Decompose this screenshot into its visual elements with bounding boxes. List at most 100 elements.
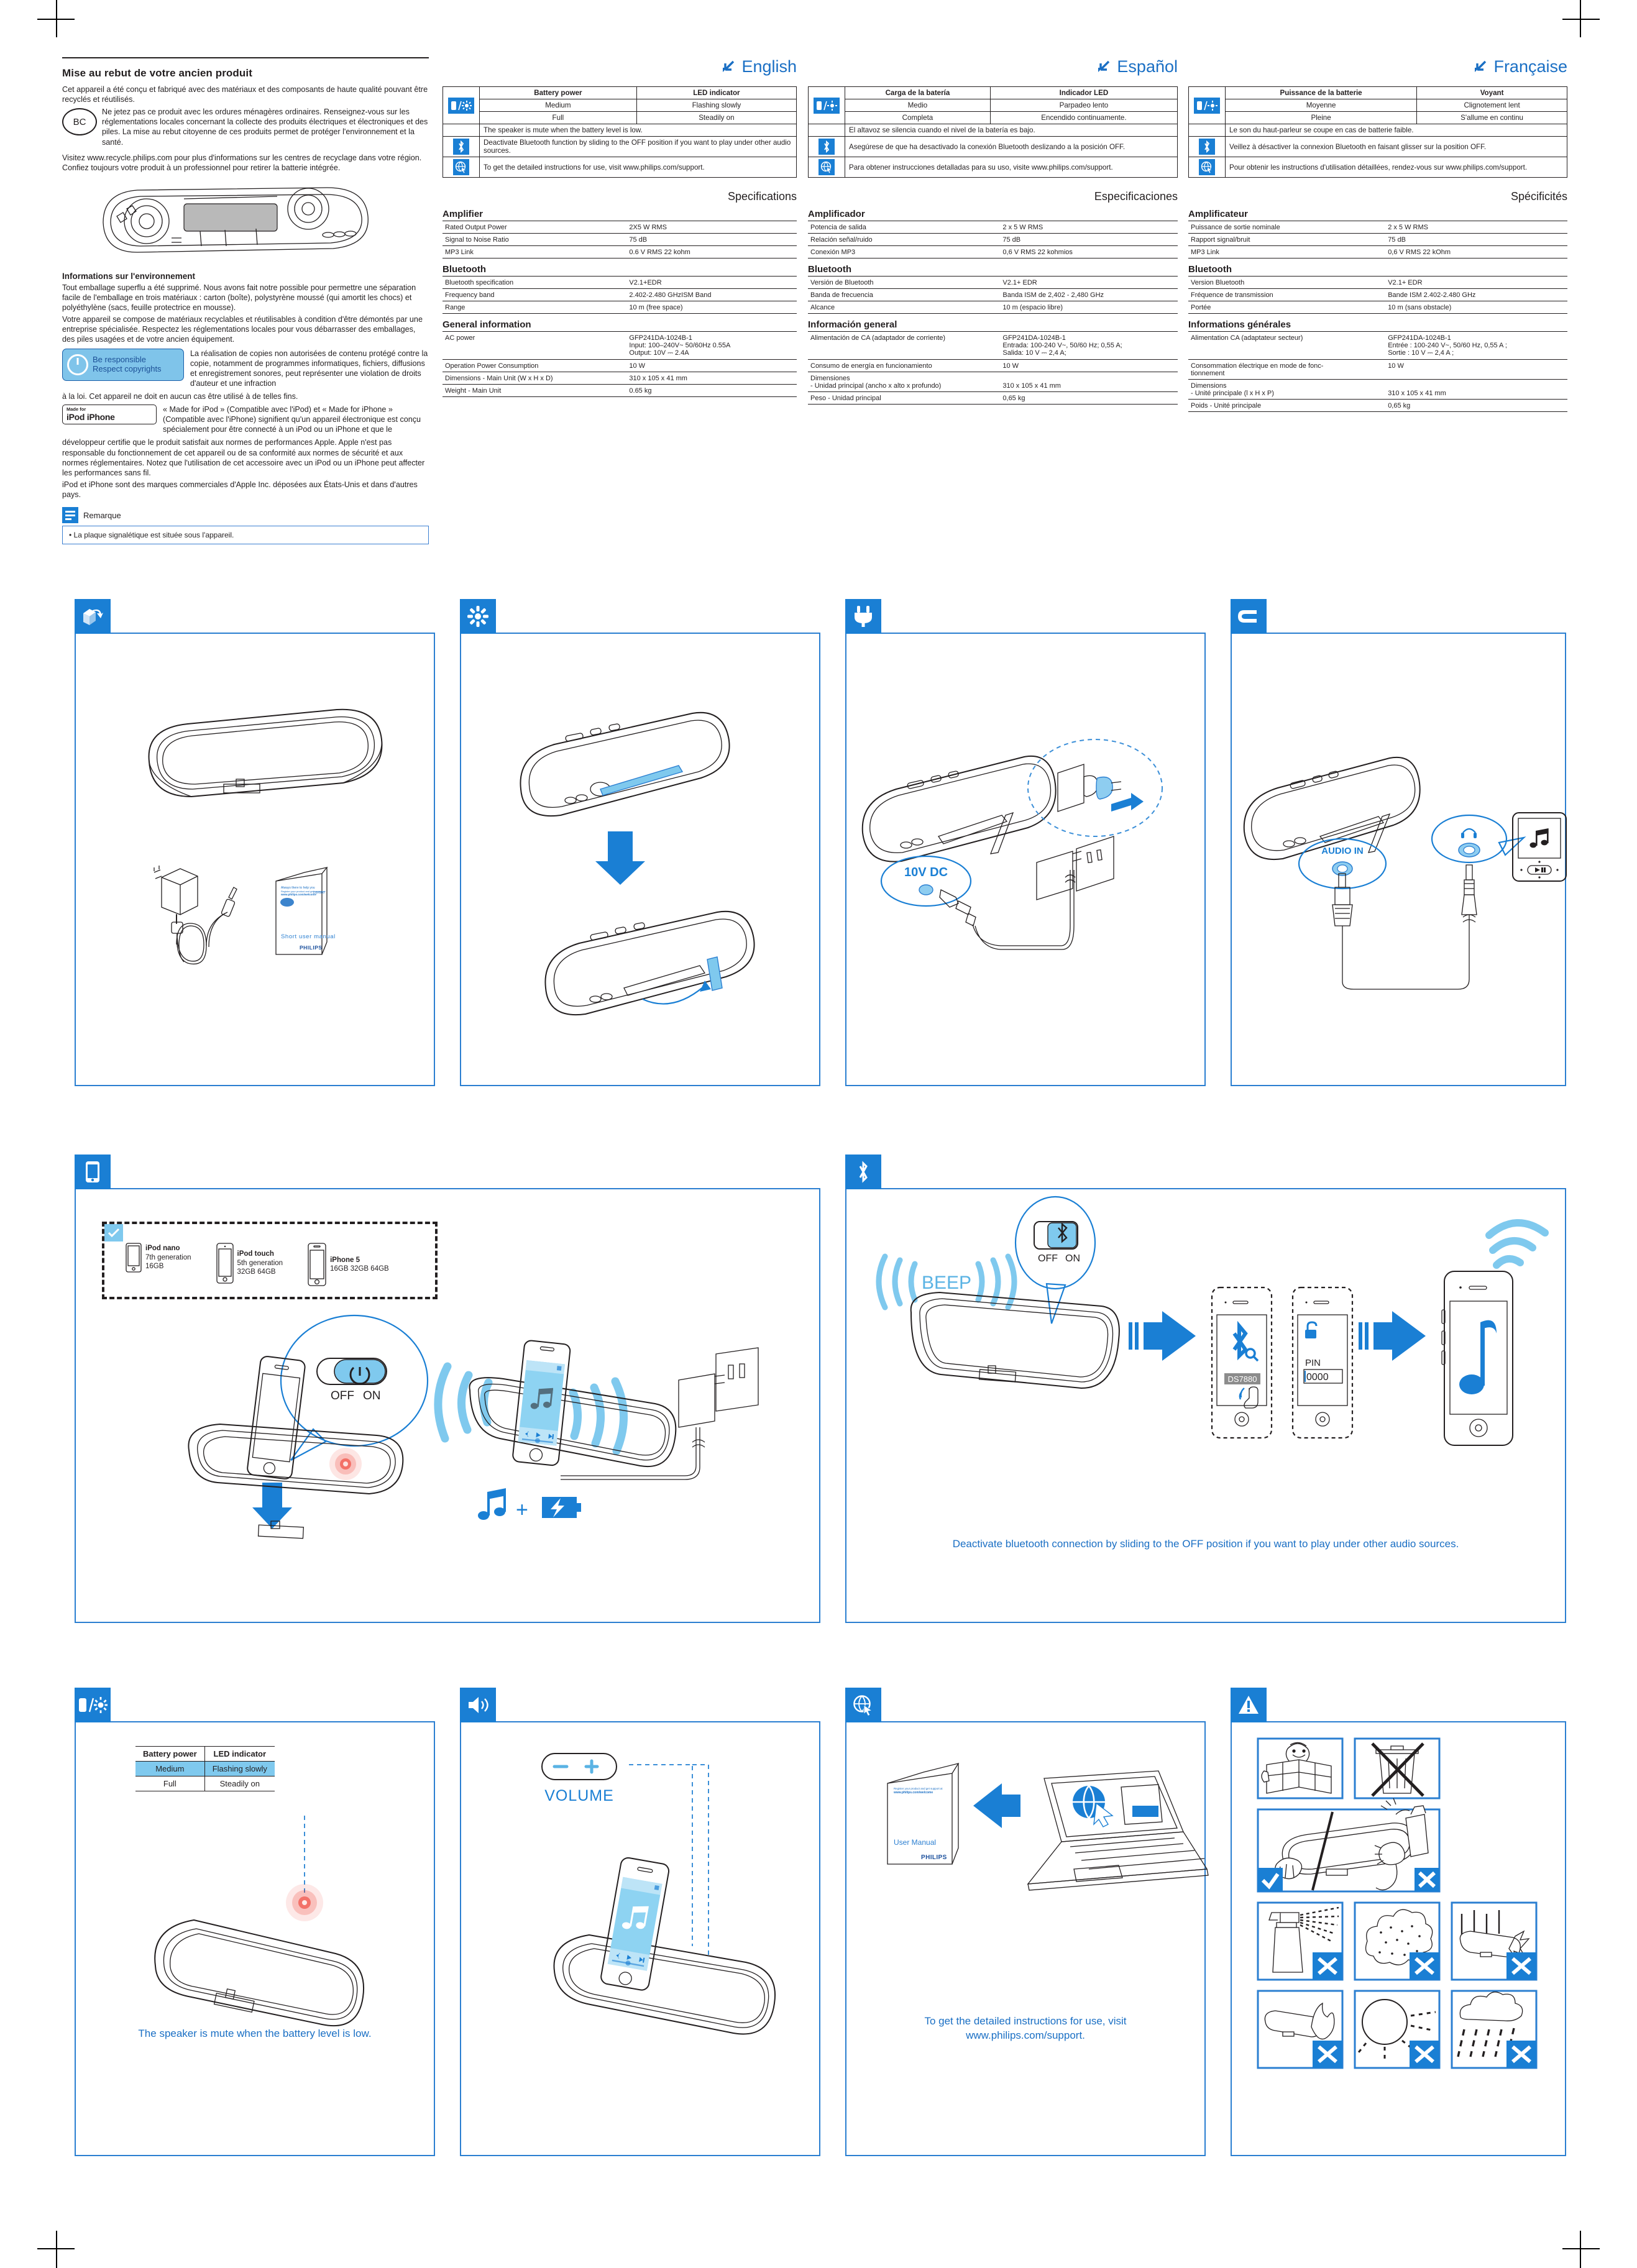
spec-key: Dimensions - Unité principale (l x H x P… bbox=[1188, 379, 1386, 400]
svg-text:Register your product and get: Register your product and get support at bbox=[894, 1787, 943, 1790]
web-note-en: To get the detailed instructions for use… bbox=[479, 157, 797, 178]
web-note-es: Para obtener instrucciones detalladas pa… bbox=[845, 157, 1178, 178]
battery-brightness-icon bbox=[814, 97, 840, 114]
compatible-device-ipod-touch: iPod touch 5th generation 32GB 64GB bbox=[216, 1243, 283, 1284]
svg-text:www.philips.com/welcome: www.philips.com/welcome bbox=[280, 893, 316, 896]
disposal-para-2: Visitez www.recycle.philips.com pour plu… bbox=[62, 153, 422, 172]
battery-power-value: Medium bbox=[135, 1761, 205, 1776]
manual-model-number: DS7880 bbox=[313, 891, 324, 895]
beep-label: BEEP bbox=[922, 1273, 971, 1293]
be-responsible-line1: Be responsible bbox=[93, 354, 146, 364]
panel-unbox-contents: Always there to help you Register your p… bbox=[75, 599, 435, 1086]
crop-mark bbox=[56, 0, 57, 37]
table-row: The speaker is mute when the battery lev… bbox=[442, 124, 797, 137]
led-value: Steadily on bbox=[636, 111, 797, 124]
table-row: Frequency band 2.402-2.480 GHzISM Band bbox=[442, 288, 797, 301]
spec-key: Version Bluetooth bbox=[1188, 276, 1386, 289]
led-indicator-glow bbox=[329, 1448, 362, 1480]
table-row: Rated Output Power 2X5 W RMS bbox=[442, 221, 797, 234]
mfi-text: « Made for iPod » (Compatible avec l'iPo… bbox=[163, 405, 421, 434]
led-value: S'allume en continu bbox=[1416, 111, 1567, 124]
spec-value: 10 m (free space) bbox=[626, 301, 797, 314]
spec-value: 75 dB bbox=[1000, 233, 1178, 246]
table-row: Fréquence de transmission Bande ISM 2.402… bbox=[1188, 288, 1567, 301]
table-row: Moyenne Clignotement lent bbox=[1189, 99, 1567, 112]
mute-note-fr: Le son du haut-parleur se coupe en cas d… bbox=[1225, 124, 1567, 137]
spec-section-general-es: Información general Alimentación de CA (… bbox=[808, 319, 1178, 405]
battery-brightness-icon-cell bbox=[808, 86, 845, 124]
device-generation: 5th generation bbox=[237, 1259, 283, 1267]
spec-value: 2X5 W RMS bbox=[626, 221, 797, 234]
battery-brightness-icon bbox=[75, 1688, 111, 1722]
ipod-touch-icon bbox=[216, 1243, 234, 1284]
spec-key: Consommation électrique en mode de fonc-… bbox=[1188, 359, 1386, 380]
table-row: El altavoz se silencia cuando el nivel d… bbox=[808, 124, 1178, 137]
table-row: Banda de frecuencia Banda ISM de 2,402 - … bbox=[808, 288, 1178, 301]
crop-mark bbox=[1562, 19, 1600, 20]
col-battery-power-es: Carga de la batería bbox=[845, 86, 991, 99]
pin-value: 0000 bbox=[1306, 1372, 1329, 1383]
panel-audio-in: AUDIO IN bbox=[1231, 599, 1567, 1086]
panel-battery-status: Battery power LED indicator Medium Flash… bbox=[75, 1688, 435, 2156]
svg-text:www.philips.com/welcome: www.philips.com/welcome bbox=[893, 1791, 933, 1795]
battery-power-value: Full bbox=[135, 1776, 205, 1791]
apple-trademark-text: iPod et iPhone sont des marques commerci… bbox=[62, 480, 418, 499]
table-row: Alimentación de CA (adaptador de corrien… bbox=[808, 331, 1178, 360]
ipod-nano-icon bbox=[126, 1243, 142, 1273]
safety-no-fire bbox=[1257, 1990, 1344, 2069]
table-row: Range 10 m (free space) bbox=[442, 301, 797, 314]
dock-phone-illustration: OFF ON bbox=[188, 1314, 429, 1539]
led-value: Encendido continuamente. bbox=[989, 111, 1178, 124]
section-heading: Amplificateur bbox=[1188, 209, 1248, 219]
table-row: Dimensiones - Unidad principal (ancho x … bbox=[808, 372, 1178, 392]
table-row: Medium Flashing slowly bbox=[443, 99, 797, 112]
arrow-down-left-icon bbox=[721, 60, 736, 75]
table-row: Medium Flashing slowly bbox=[135, 1761, 275, 1776]
note-body: • La plaque signalétique est située sous… bbox=[62, 526, 429, 545]
switch-on-label: ON bbox=[363, 1389, 381, 1402]
device-capacity: 32GB 64GB bbox=[237, 1268, 276, 1276]
led-value: Flashing slowly bbox=[636, 99, 797, 112]
safety-no-trash bbox=[1354, 1737, 1441, 1799]
spec-value: 0.65 kg bbox=[626, 384, 797, 397]
spec-key: Operation Power Consumption bbox=[442, 359, 627, 372]
battery-power-value: Medium bbox=[479, 99, 637, 112]
page-root: Mise au rebut de votre ancien produit Ce… bbox=[0, 0, 1637, 2268]
led-value: Parpadeo lento bbox=[989, 99, 1178, 112]
disposal-heading: Mise au rebut de votre ancien produit bbox=[62, 67, 252, 79]
section-heading: Información general bbox=[808, 319, 897, 330]
table-row: Signal to Noise Ratio 75 dB bbox=[442, 233, 797, 246]
table-row: Relación señal/ruido 75 dB bbox=[808, 233, 1178, 246]
table-row: Peso - Unidad principal 0,65 kg bbox=[808, 391, 1178, 405]
mfi-iphone-label: iPhone bbox=[86, 411, 115, 422]
bluetooth-icon-cell bbox=[1188, 136, 1226, 157]
table-row: Pour obtenir les instructions d'utilisat… bbox=[1188, 157, 1567, 178]
french-disposal-text-block: Mise au rebut de votre ancien produit Ce… bbox=[62, 57, 429, 545]
panel-kickstand bbox=[460, 599, 820, 1086]
made-for-ipod-iphone-badge: Made for iPod iPhone bbox=[62, 405, 157, 424]
user-manual-label: User Manual bbox=[894, 1838, 936, 1847]
spec-value: V2.1+ EDR bbox=[1385, 276, 1567, 289]
arrow-down-left-icon bbox=[1473, 60, 1488, 75]
safety-no-spray bbox=[1257, 1901, 1344, 1981]
spec-title-english: Specifications bbox=[727, 190, 797, 203]
language-title-english: English bbox=[442, 57, 797, 76]
spec-key: Fréquence de transmission bbox=[1188, 288, 1386, 301]
panel-safety-warnings bbox=[1231, 1688, 1566, 2156]
table-row: Pleine S'allume en continu bbox=[1189, 111, 1567, 124]
table-row: Veillez à désactiver la connexion Blueto… bbox=[1188, 136, 1567, 157]
mfi-notice-row: Made for iPod iPhone « Made for iPod » (… bbox=[62, 405, 429, 436]
language-column-english: English Battery power LED indicator Medi… bbox=[442, 57, 797, 397]
spec-value: 2 x 5 W RMS bbox=[1385, 221, 1567, 234]
spec-key: Weight - Main Unit bbox=[442, 384, 627, 397]
crop-mark bbox=[1562, 2248, 1600, 2249]
spec-section-amplifier-fr: Amplificateur Puissance de sortie nomina… bbox=[1188, 209, 1567, 258]
spec-key: Puissance de sortie nominale bbox=[1188, 221, 1386, 234]
gear-icon bbox=[460, 599, 496, 634]
bluetooth-note-en: Deactivate Bluetooth function by sliding… bbox=[479, 136, 797, 157]
table-row: Para obtener instrucciones detalladas pa… bbox=[808, 157, 1178, 178]
table-row: Medio Parpadeo lento bbox=[809, 99, 1178, 112]
table-row: Asegúrese de que ha desactivado la conex… bbox=[808, 136, 1178, 157]
compatible-device-iphone-5: iPhone 5 16GB 32GB 64GB bbox=[308, 1243, 389, 1286]
be-responsible-line2: Respect copyrights bbox=[93, 364, 162, 373]
